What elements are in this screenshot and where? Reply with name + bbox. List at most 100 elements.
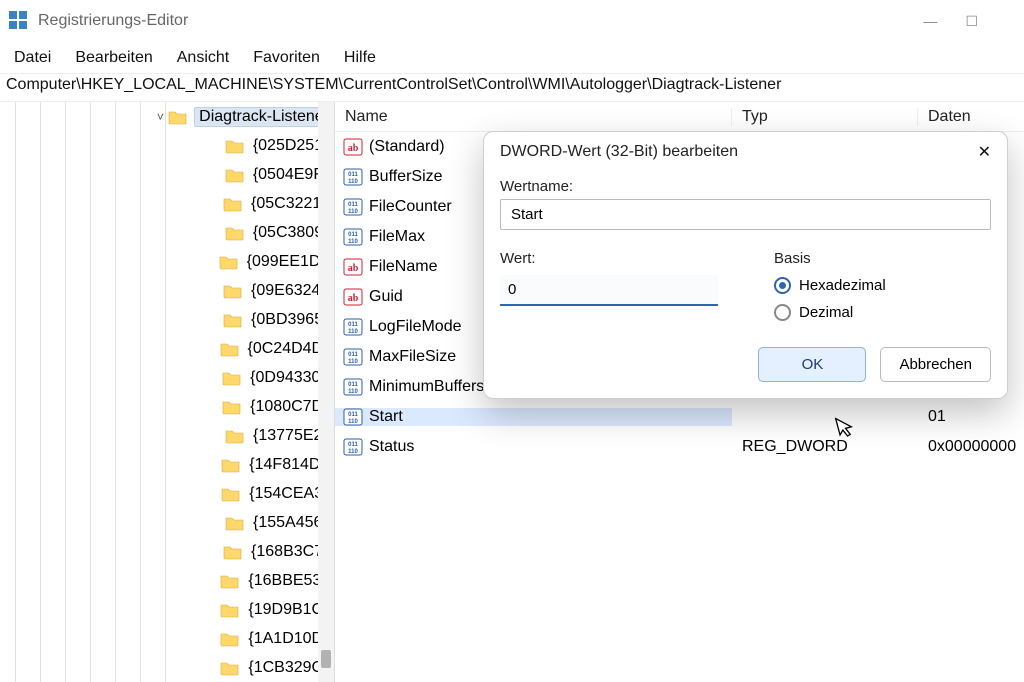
folder-icon bbox=[220, 602, 240, 618]
maximize-button[interactable]: ☐ bbox=[965, 13, 978, 30]
col-data[interactable]: Daten bbox=[918, 108, 1024, 126]
svg-text:011: 011 bbox=[348, 202, 358, 208]
cancel-button[interactable]: Abbrechen bbox=[880, 347, 991, 382]
value-binary-icon: 011110 bbox=[343, 408, 363, 426]
value-string-icon: ab bbox=[343, 288, 363, 306]
tree-item[interactable]: {16BBE53A bbox=[0, 566, 334, 595]
tree-scrollbar[interactable] bbox=[318, 102, 334, 682]
menu-ansicht[interactable]: Ansicht bbox=[177, 49, 229, 67]
tree-item[interactable]: {05C3221B bbox=[0, 189, 334, 218]
value-binary-icon: 011110 bbox=[343, 198, 363, 216]
radio-dec-label: Dezimal bbox=[799, 304, 853, 321]
folder-icon bbox=[225, 167, 245, 183]
radio-hex[interactable]: Hexadezimal bbox=[774, 277, 991, 294]
folder-icon bbox=[225, 428, 245, 444]
svg-text:110: 110 bbox=[348, 389, 358, 395]
value-binary-icon: 011110 bbox=[343, 228, 363, 246]
svg-text:011: 011 bbox=[348, 352, 358, 358]
minimize-button[interactable]: — bbox=[923, 13, 937, 29]
value-name: MinimumBuffers bbox=[369, 378, 484, 396]
svg-text:ab: ab bbox=[348, 143, 359, 154]
folder-icon bbox=[225, 515, 245, 531]
folder-icon bbox=[223, 544, 243, 560]
folder-icon bbox=[223, 312, 243, 328]
edit-dword-dialog: DWORD-Wert (32-Bit) bearbeiten ✕ Wertnam… bbox=[483, 131, 1008, 399]
tree-item[interactable]: {13775E26 bbox=[0, 421, 334, 450]
scrollbar-thumb[interactable] bbox=[321, 650, 331, 668]
col-name[interactable]: Name bbox=[335, 108, 732, 126]
value-string-icon: ab bbox=[343, 258, 363, 276]
folder-icon bbox=[225, 225, 245, 241]
basis-label: Basis bbox=[774, 250, 991, 267]
value-name: FileCounter bbox=[369, 198, 452, 216]
folder-icon bbox=[222, 370, 242, 386]
tree-item[interactable]: {155A4567 bbox=[0, 508, 334, 537]
tree-item[interactable]: {0D94330D bbox=[0, 363, 334, 392]
value-name: FileMax bbox=[369, 228, 425, 246]
folder-icon bbox=[220, 660, 240, 676]
folder-icon bbox=[220, 573, 240, 589]
radio-dec[interactable]: Dezimal bbox=[774, 304, 991, 321]
tree-item[interactable]: {05C38094 bbox=[0, 218, 334, 247]
svg-text:110: 110 bbox=[348, 329, 358, 335]
tree-item[interactable]: {025D2518 bbox=[0, 131, 334, 160]
svg-text:110: 110 bbox=[348, 209, 358, 215]
menubar: Datei Bearbeiten Ansicht Favoriten Hilfe bbox=[0, 42, 1024, 74]
folder-icon bbox=[220, 341, 240, 357]
tree-item[interactable]: {1A1D10D3 bbox=[0, 624, 334, 653]
folder-icon bbox=[221, 486, 241, 502]
menu-datei[interactable]: Datei bbox=[14, 49, 51, 67]
registry-value-row[interactable]: 011110Start01 bbox=[335, 402, 1024, 432]
svg-text:011: 011 bbox=[348, 442, 358, 448]
value-name: Guid bbox=[369, 288, 403, 306]
tree-item[interactable]: {14F814DD bbox=[0, 450, 334, 479]
window-title: Registrierungs-Editor bbox=[38, 12, 188, 30]
value-name: MaxFileSize bbox=[369, 348, 456, 366]
tree-item[interactable]: {0C24D4D3 bbox=[0, 334, 334, 363]
menu-favoriten[interactable]: Favoriten bbox=[253, 49, 320, 67]
svg-text:110: 110 bbox=[348, 359, 358, 365]
menu-hilfe[interactable]: Hilfe bbox=[344, 49, 376, 67]
tree-item[interactable]: {09E6324C bbox=[0, 276, 334, 305]
tree-item[interactable]: {168B3C75 bbox=[0, 537, 334, 566]
ok-button[interactable]: OK bbox=[758, 347, 866, 382]
folder-icon bbox=[223, 283, 243, 299]
folder-icon bbox=[220, 631, 240, 647]
list-header: Name Typ Daten bbox=[335, 102, 1024, 132]
value-name: (Standard) bbox=[369, 138, 445, 156]
dialog-title: DWORD-Wert (32-Bit) bearbeiten bbox=[500, 143, 738, 161]
tree-pane[interactable]: ˅Diagtrack-Listener{025D2518{0504E9F3{05… bbox=[0, 102, 335, 682]
folder-icon bbox=[221, 457, 241, 473]
dialog-close-icon[interactable]: ✕ bbox=[978, 142, 991, 162]
value-name: BufferSize bbox=[369, 168, 443, 186]
tree-item[interactable]: {0504E9F3 bbox=[0, 160, 334, 189]
wert-input[interactable] bbox=[500, 275, 718, 306]
value-name: FileName bbox=[369, 258, 437, 276]
tree-item[interactable]: {099EE1DD bbox=[0, 247, 334, 276]
svg-text:011: 011 bbox=[348, 412, 358, 418]
value-type: REG_DWORD bbox=[732, 438, 918, 456]
menu-bearbeiten[interactable]: Bearbeiten bbox=[75, 49, 152, 67]
col-type[interactable]: Typ bbox=[732, 108, 918, 126]
tree-item[interactable]: {1080C7D5 bbox=[0, 392, 334, 421]
folder-icon bbox=[223, 196, 243, 212]
tree-item[interactable]: {154CEA38 bbox=[0, 479, 334, 508]
tree-item[interactable]: {0BD39653 bbox=[0, 305, 334, 334]
tree-item[interactable]: ˅ Diagtrack-Listener bbox=[0, 102, 334, 131]
svg-text:110: 110 bbox=[348, 239, 358, 245]
svg-text:011: 011 bbox=[348, 382, 358, 388]
radio-hex-label: Hexadezimal bbox=[799, 277, 886, 294]
wertname-label: Wertname: bbox=[500, 178, 991, 195]
tree-item[interactable]: {1CB329C6 bbox=[0, 653, 334, 682]
value-binary-icon: 011110 bbox=[343, 438, 363, 456]
registry-value-row[interactable]: 011110StatusREG_DWORD0x00000000 bbox=[335, 432, 1024, 462]
svg-text:011: 011 bbox=[348, 172, 358, 178]
value-binary-icon: 011110 bbox=[343, 168, 363, 186]
wertname-field[interactable]: Start bbox=[500, 199, 991, 230]
tree-item-label: Diagtrack-Listener bbox=[194, 107, 334, 127]
chevron-down-icon[interactable]: ˅ bbox=[157, 110, 168, 124]
wert-label: Wert: bbox=[500, 250, 738, 267]
folder-icon bbox=[225, 138, 245, 154]
addressbar[interactable]: Computer\HKEY_LOCAL_MACHINE\SYSTEM\Curre… bbox=[0, 74, 1024, 102]
tree-item[interactable]: {19D9B1C2 bbox=[0, 595, 334, 624]
